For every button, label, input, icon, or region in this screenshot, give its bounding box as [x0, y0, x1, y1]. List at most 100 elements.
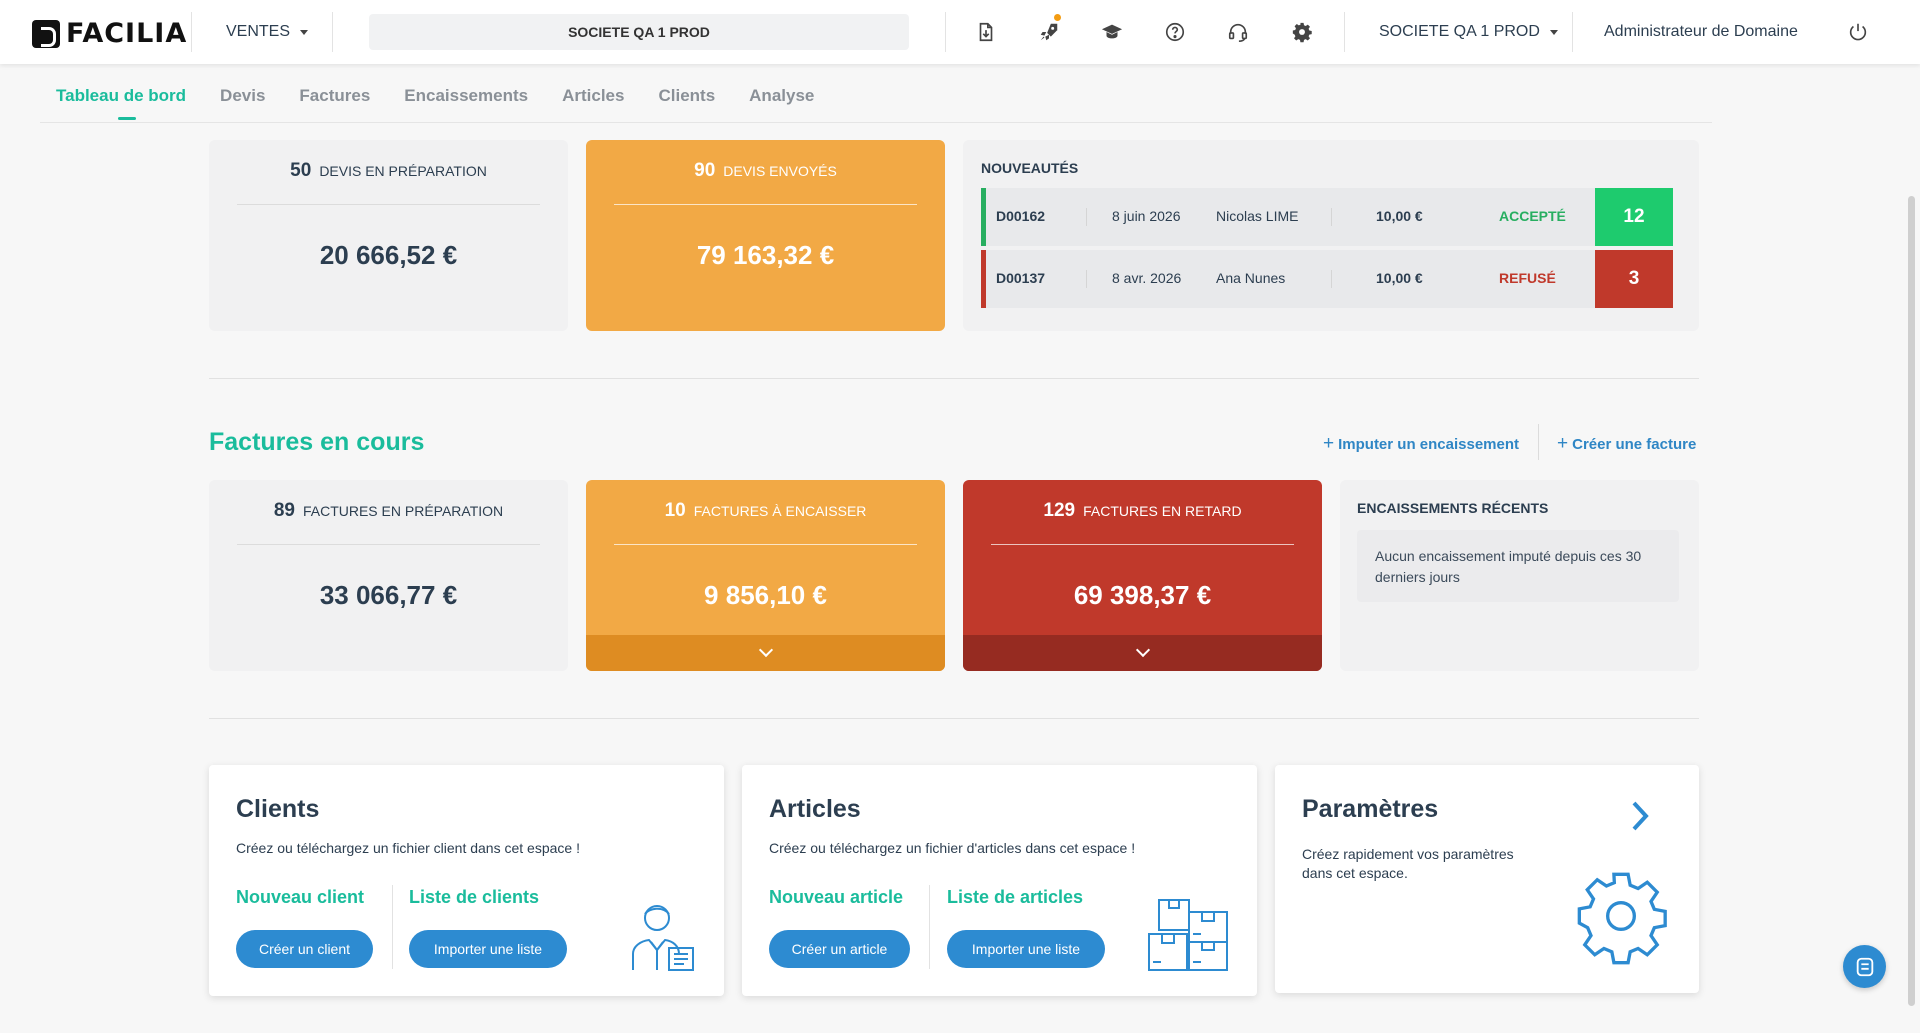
help-icon[interactable] — [1161, 18, 1189, 46]
count-badge[interactable]: 3 — [1595, 250, 1673, 308]
card-description-line: Créez rapidement vos paramètres — [1302, 846, 1514, 862]
divider — [614, 544, 917, 545]
parametres-card[interactable]: Paramètres Créez rapidement vos paramètr… — [1275, 765, 1699, 993]
tab-encaissements[interactable]: Encaissements — [404, 84, 528, 124]
table-row[interactable]: D00162 8 juin 2026 Nicolas LIME 10,00 € … — [981, 188, 1673, 246]
divider — [945, 12, 946, 52]
gear-icon — [1571, 866, 1671, 971]
divider — [332, 12, 333, 52]
imputer-encaissement-link[interactable]: + Imputer un encaissement — [1323, 433, 1519, 455]
card-description-line: dans cet espace. — [1302, 865, 1408, 881]
tab-analyse[interactable]: Analyse — [749, 84, 814, 124]
creer-facture-link[interactable]: + Créer une facture — [1557, 433, 1696, 455]
stat-label: DEVIS ENVOYÉS — [723, 163, 837, 179]
stat-count: 50 — [290, 160, 312, 181]
factures-en-retard-card[interactable]: 129 FACTURES EN RETARD 69 398,37 € — [963, 480, 1322, 671]
module-label: VENTES — [226, 23, 291, 40]
create-client-button[interactable]: Créer un client — [236, 930, 373, 968]
user-menu[interactable]: Administrateur de Domaine — [1604, 0, 1798, 64]
document-download-icon[interactable] — [972, 18, 1000, 46]
card-description: Créez rapidement vos paramètres dans cet… — [1302, 845, 1514, 883]
chat-support-button[interactable] — [1843, 945, 1886, 988]
creer-facture-label: Créer une facture — [1572, 436, 1697, 453]
devis-client: Ana Nunes — [1216, 270, 1286, 286]
stat-count: 90 — [694, 160, 716, 181]
article-list-heading: Liste de articles — [947, 887, 1084, 907]
main-tabs: Tableau de bord Devis Factures Encaissem… — [56, 84, 848, 124]
chevron-right-icon[interactable] — [1629, 800, 1651, 837]
client-person-icon — [627, 898, 699, 977]
stat-header: 90 DEVIS ENVOYÉS — [586, 160, 945, 182]
facilia-logo[interactable]: FACILIA — [32, 18, 187, 49]
encaissements-title: ENCAISSEMENTS RÉCENTS — [1357, 500, 1549, 516]
stat-amount: 20 666,52 € — [319, 240, 458, 270]
divider — [1331, 270, 1332, 288]
nouveautes-panel: NOUVEAUTÉS D00162 8 juin 2026 Nicolas LI… — [963, 140, 1699, 331]
divider — [1344, 12, 1345, 52]
devis-date: 8 juin 2026 — [1112, 208, 1181, 224]
notification-dot — [1054, 14, 1061, 21]
divider — [392, 885, 393, 969]
divider — [614, 204, 917, 205]
expand-button[interactable] — [586, 635, 945, 671]
new-article-heading: Nouveau article — [769, 887, 904, 907]
card-description: Créez ou téléchargez un fichier d'articl… — [769, 840, 1136, 856]
stat-amount: 69 398,37 € — [1073, 580, 1212, 610]
devis-amount: 10,00 € — [1376, 208, 1423, 224]
caret-down-icon — [1549, 29, 1558, 35]
devis-envoyes-card[interactable]: 90 DEVIS ENVOYÉS 79 163,32 € — [586, 140, 945, 331]
encaissements-recents-panel: ENCAISSEMENTS RÉCENTS Aucun encaissement… — [1340, 480, 1699, 671]
stat-header: 50 DEVIS EN PRÉPARATION — [209, 160, 568, 182]
stat-header: 89 FACTURES EN PRÉPARATION — [209, 500, 568, 522]
tab-articles[interactable]: Articles — [562, 84, 624, 124]
factures-a-encaisser-card[interactable]: 10 FACTURES À ENCAISSER 9 856,10 € — [586, 480, 945, 671]
divider — [237, 204, 540, 205]
current-company-banner: SOCIETE QA 1 PROD — [369, 14, 909, 50]
stat-label: FACTURES À ENCAISSER — [693, 503, 867, 519]
tab-factures[interactable]: Factures — [299, 84, 370, 124]
new-client-heading: Nouveau client — [236, 887, 365, 907]
factures-preparation-card[interactable]: 89 FACTURES EN PRÉPARATION 33 066,77 € — [209, 480, 568, 671]
gear-icon[interactable] — [1288, 18, 1316, 46]
expand-button[interactable] — [963, 635, 1322, 671]
rocket-icon[interactable] — [1035, 14, 1063, 46]
chevron-down-icon — [758, 642, 773, 658]
devis-ref[interactable]: D00162 — [996, 208, 1045, 224]
factures-section-title: Factures en cours — [209, 428, 425, 456]
divider — [1086, 208, 1087, 226]
devis-date: 8 avr. 2026 — [1112, 270, 1182, 286]
count-badge[interactable]: 12 — [1595, 188, 1673, 246]
support-headset-icon[interactable] — [1224, 18, 1252, 46]
page-scrollbar[interactable] — [1908, 196, 1915, 1006]
graduation-cap-icon[interactable] — [1098, 18, 1126, 46]
stat-amount: 33 066,77 € — [319, 580, 458, 610]
tab-devis[interactable]: Devis — [220, 84, 265, 124]
status-bar — [981, 250, 986, 308]
tab-clients[interactable]: Clients — [658, 84, 715, 124]
stat-label: DEVIS EN PRÉPARATION — [319, 163, 487, 179]
devis-preparation-card[interactable]: 50 DEVIS EN PRÉPARATION 20 666,52 € — [209, 140, 568, 331]
stat-count: 10 — [664, 500, 686, 521]
import-article-list-button[interactable]: Importer une liste — [947, 930, 1105, 968]
company-selector[interactable]: SOCIETE QA 1 PROD — [1379, 0, 1558, 64]
power-icon[interactable] — [1844, 18, 1872, 46]
plus-icon: + — [1323, 433, 1335, 454]
nouveautes-title: NOUVEAUTÉS — [981, 160, 1079, 176]
devis-ref[interactable]: D00137 — [996, 270, 1045, 286]
stat-header: 10 FACTURES À ENCAISSER — [586, 500, 945, 522]
module-dropdown[interactable]: VENTES — [226, 0, 309, 64]
plus-icon: + — [1557, 433, 1569, 454]
top-bar: FACILIA VENTES SOCIETE QA 1 PROD SOCIETE… — [0, 0, 1920, 64]
articles-card: Articles Créez ou téléchargez un fichier… — [742, 765, 1257, 996]
create-article-button[interactable]: Créer un article — [769, 930, 910, 968]
section-divider — [209, 718, 1699, 719]
client-list-heading: Liste de clients — [409, 887, 540, 907]
table-row[interactable]: D00137 8 avr. 2026 Ana Nunes 10,00 € REF… — [981, 250, 1673, 308]
devis-client: Nicolas LIME — [1216, 208, 1299, 224]
stat-label: FACTURES EN PRÉPARATION — [302, 503, 504, 519]
divider — [1538, 424, 1539, 460]
tab-tableau-de-bord[interactable]: Tableau de bord — [56, 84, 186, 124]
divider — [1331, 208, 1332, 226]
import-client-list-button[interactable]: Importer une liste — [409, 930, 567, 968]
divider — [237, 544, 540, 545]
